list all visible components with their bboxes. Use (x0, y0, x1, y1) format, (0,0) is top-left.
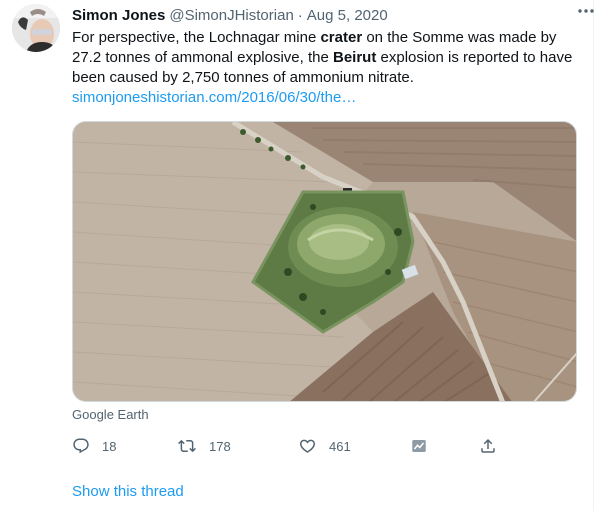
retweet-icon (178, 439, 196, 453)
timeline-divider (593, 0, 594, 511)
like-count: 461 (329, 438, 351, 454)
tweet-media-image[interactable] (72, 121, 577, 402)
retweet-button[interactable]: 178 (177, 435, 231, 457)
tweet-link[interactable]: simonjoneshistorian.com/2016/06/30/the… (72, 88, 577, 108)
share-icon (481, 438, 495, 453)
tweet-date[interactable]: Aug 5, 2020 (307, 6, 388, 26)
tweet-text-bold: crater (320, 29, 363, 46)
analytics-button[interactable] (410, 435, 428, 457)
header-separator: · (297, 7, 303, 24)
tweet-header: Simon Jones @SimonJHistorian · Aug 5, 20… (72, 6, 577, 26)
like-button[interactable]: 461 (298, 435, 351, 457)
tweet-actions: 18 178 461 (72, 435, 502, 457)
more-options-button[interactable] (574, 2, 598, 20)
avatar[interactable] (12, 4, 60, 52)
media-caption: Google Earth (72, 407, 149, 422)
tweet[interactable]: Simon Jones @SimonJHistorian · Aug 5, 20… (0, 0, 600, 511)
author-handle[interactable]: @SimonJHistorian (169, 6, 293, 26)
more-horizontal-icon (578, 9, 594, 13)
heart-icon (299, 439, 316, 453)
author-display-name[interactable]: Simon Jones (72, 6, 165, 26)
analytics-icon (412, 440, 426, 452)
retweet-count: 178 (209, 438, 231, 454)
tweet-text: For perspective, the Lochnagar mine crat… (72, 28, 577, 88)
show-thread-link[interactable]: Show this thread (72, 483, 184, 501)
reply-count: 18 (102, 438, 117, 454)
satellite-image-crater (73, 122, 576, 401)
reply-icon (73, 438, 89, 454)
tweet-text-bold: Beirut (333, 49, 377, 66)
tweet-text-part: For perspective, the Lochnagar mine (72, 29, 321, 46)
reply-button[interactable]: 18 (72, 435, 116, 457)
share-button[interactable] (479, 435, 497, 457)
avatar-photo-icon (12, 4, 60, 52)
